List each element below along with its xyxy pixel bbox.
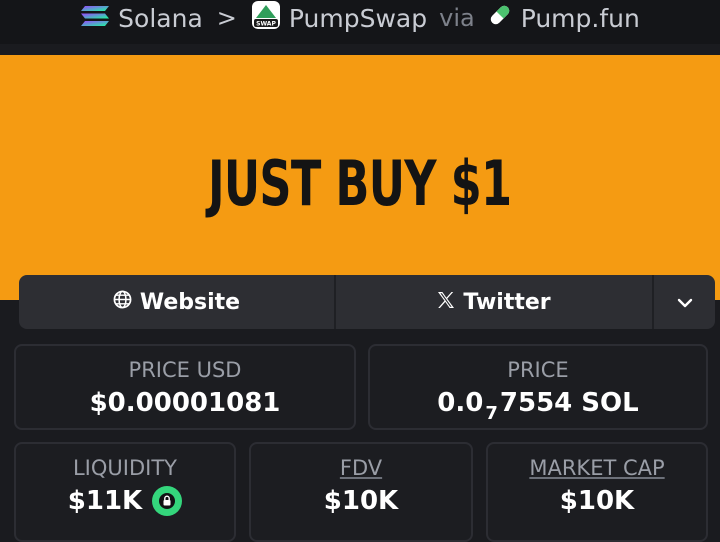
liquidity-label: LIQUIDITY — [72, 456, 177, 480]
breadcrumb-dex[interactable]: SWAP PumpSwap — [251, 0, 427, 36]
breadcrumb-via: via — [439, 4, 475, 32]
solana-icon — [80, 4, 110, 33]
breadcrumb-launchpad[interactable]: Pump.fun — [487, 2, 640, 34]
website-label: Website — [139, 289, 241, 315]
banner-text: JUST BUY $1 — [208, 147, 512, 220]
x-icon — [437, 290, 455, 315]
fdv-value: $10K — [323, 486, 399, 516]
breadcrumb-chain[interactable]: Solana — [80, 4, 203, 33]
liquidity-value-row: $11K — [67, 486, 183, 516]
chevron-down-icon — [676, 290, 694, 315]
market-cap-card: MARKET CAP $10K — [486, 442, 708, 542]
breadcrumb-separator: > — [216, 4, 237, 32]
pill-icon — [487, 2, 513, 34]
token-banner: JUST BUY $1 — [0, 55, 720, 300]
price-usd-card: PRICE USD $0.00001081 — [14, 344, 356, 430]
liquidity-card: LIQUIDITY $11K — [14, 442, 236, 542]
market-cap-value: $10K — [559, 486, 635, 516]
globe-icon — [113, 290, 132, 315]
price-usd-value: $0.00001081 — [89, 388, 281, 418]
lock-icon[interactable] — [152, 486, 183, 516]
fdv-label[interactable]: FDV — [340, 456, 382, 480]
price-card: PRICE 0.0 7 7554 SOL — [368, 344, 708, 430]
price-usd-label: PRICE USD — [128, 358, 242, 382]
market-cap-label[interactable]: MARKET CAP — [529, 456, 664, 480]
dex-label: PumpSwap — [288, 3, 428, 33]
chain-label: Solana — [118, 3, 203, 33]
social-links: Website Twitter — [19, 275, 715, 329]
website-button[interactable]: Website — [19, 275, 336, 329]
price-zero-count: 7 — [485, 403, 498, 424]
fdv-card: FDV $10K — [249, 442, 473, 542]
more-links-button[interactable] — [654, 275, 715, 329]
price-value: 0.0 7 7554 SOL — [437, 388, 639, 424]
price-suffix: 7554 SOL — [499, 388, 639, 418]
price-label: PRICE — [507, 358, 569, 382]
liquidity-value: $11K — [67, 486, 143, 516]
twitter-button[interactable]: Twitter — [336, 275, 654, 329]
price-prefix: 0.0 — [437, 388, 484, 418]
pumpswap-icon: SWAP — [251, 0, 281, 36]
launchpad-label: Pump.fun — [520, 3, 640, 33]
breadcrumb: Solana > SWAP PumpSwap via Pump.fun — [0, 0, 720, 44]
svg-text:SWAP: SWAP — [256, 21, 276, 28]
twitter-label: Twitter — [463, 289, 551, 315]
